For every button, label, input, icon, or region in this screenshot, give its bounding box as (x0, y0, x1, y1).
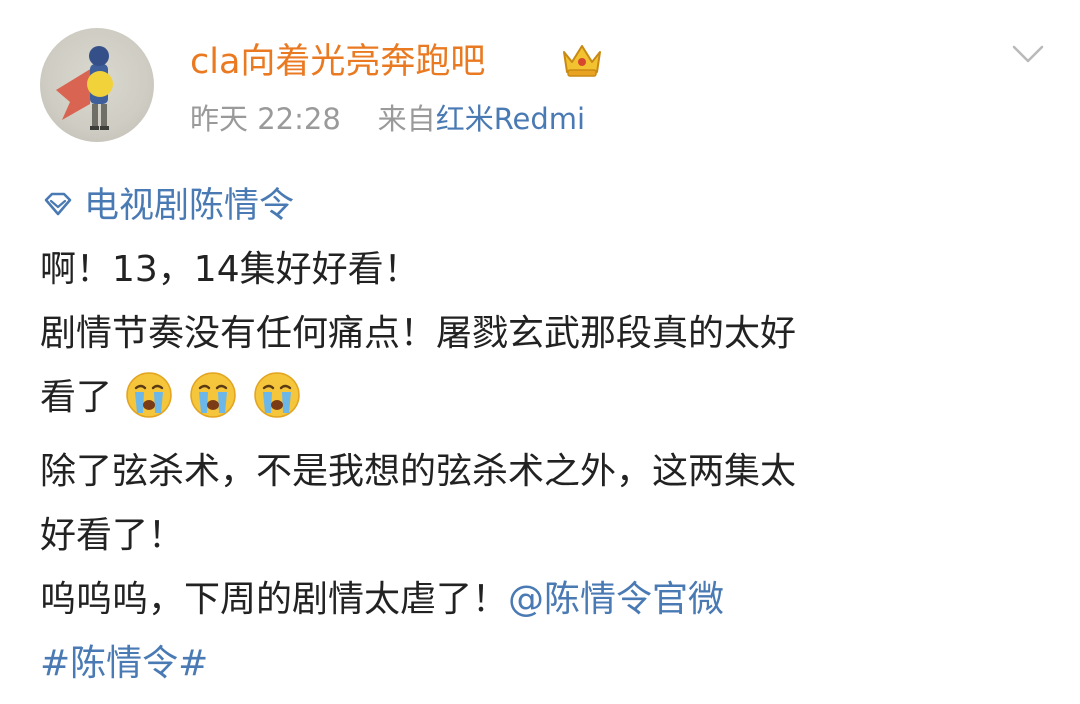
weibo-post: cla向着光亮奔跑吧 昨天 22:28 来自红米Redmi 电视剧陈情令 啊！1… (0, 0, 1080, 704)
topic-label: 电视剧陈情令 (84, 186, 295, 226)
post-line: 啊！13，14集好好看！ (40, 249, 420, 290)
post-line: 除了弦杀术，不是我想的弦杀术之外，这两集太 (40, 451, 797, 492)
post-meta: 昨天 22:28 来自红米Redmi (190, 98, 585, 140)
source-prefix: 来自 (377, 102, 436, 136)
post-line-text: 看了 (40, 377, 113, 418)
mention-link[interactable]: @陈情令官微 (508, 579, 724, 620)
post-line: 看了 (40, 370, 315, 426)
crying-face-emoji (123, 369, 175, 421)
crying-face-emoji (251, 369, 303, 421)
username[interactable]: cla向着光亮奔跑吧 (190, 36, 485, 88)
post-line: #陈情令# (40, 636, 208, 692)
crying-face-emoji (187, 369, 239, 421)
post-time: 昨天 22:28 (190, 102, 341, 136)
post-line: 剧情节奏没有任何痛点！屠戮玄武那段真的太好 (40, 313, 797, 354)
hashtag-link[interactable]: #陈情令# (40, 643, 208, 684)
crown-vip-icon[interactable] (560, 40, 604, 80)
avatar-image (56, 46, 113, 130)
source-device-link[interactable]: 红米Redmi (436, 102, 585, 136)
avatar[interactable] (40, 28, 154, 142)
topic-link[interactable]: 电视剧陈情令 (40, 178, 294, 234)
post-line: 好看了！ (40, 515, 185, 556)
topic-diamond-icon (40, 190, 76, 218)
post-line-text: 呜呜呜，下周的剧情太虐了！ (40, 579, 509, 620)
chevron-down-icon[interactable] (1010, 40, 1046, 68)
post-line: 呜呜呜，下周的剧情太虐了！@陈情令官微 (40, 572, 724, 628)
